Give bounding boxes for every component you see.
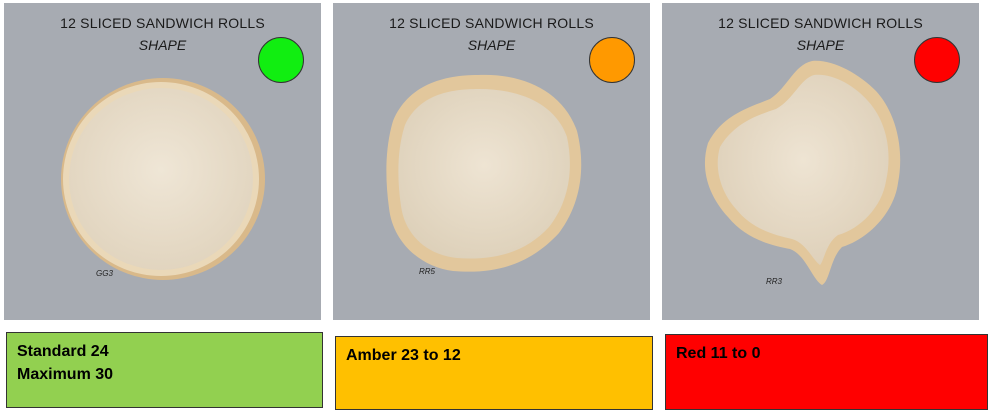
- rating-standard-label: Standard 24: [17, 343, 109, 360]
- rating-red-label: Red 11 to 0: [676, 345, 761, 362]
- sample-code: GG3: [96, 269, 113, 278]
- rating-maximum-label: Maximum 30: [17, 366, 114, 383]
- roll-crumb: [69, 88, 253, 270]
- red-circle-icon: [914, 37, 960, 83]
- rating-amber-label: Amber 23 to 12: [346, 347, 461, 364]
- panel-title: 12 SLICED SANDWICH ROLLS: [60, 15, 265, 31]
- sample-panel-amber: 12 SLICED SANDWICH ROLLS SHAPE RR5: [333, 3, 650, 320]
- sample-code: RR5: [419, 267, 436, 276]
- panel-title: 12 SLICED SANDWICH ROLLS: [718, 15, 923, 31]
- sample-code: RR3: [766, 277, 783, 286]
- sample-panel-green: 12 SLICED SANDWICH ROLLS SHAPE GG3: [4, 3, 321, 320]
- green-circle-icon: [258, 37, 304, 83]
- panel-title: 12 SLICED SANDWICH ROLLS: [389, 15, 594, 31]
- sample-panel-red: 12 SLICED SANDWICH ROLLS SHAPE RR3: [662, 3, 979, 320]
- amber-circle-icon: [589, 37, 635, 83]
- rating-box-red: Red 11 to 0: [665, 334, 988, 410]
- rating-box-amber: Amber 23 to 12: [335, 336, 653, 410]
- rating-box-green: Standard 24 Maximum 30: [6, 332, 323, 408]
